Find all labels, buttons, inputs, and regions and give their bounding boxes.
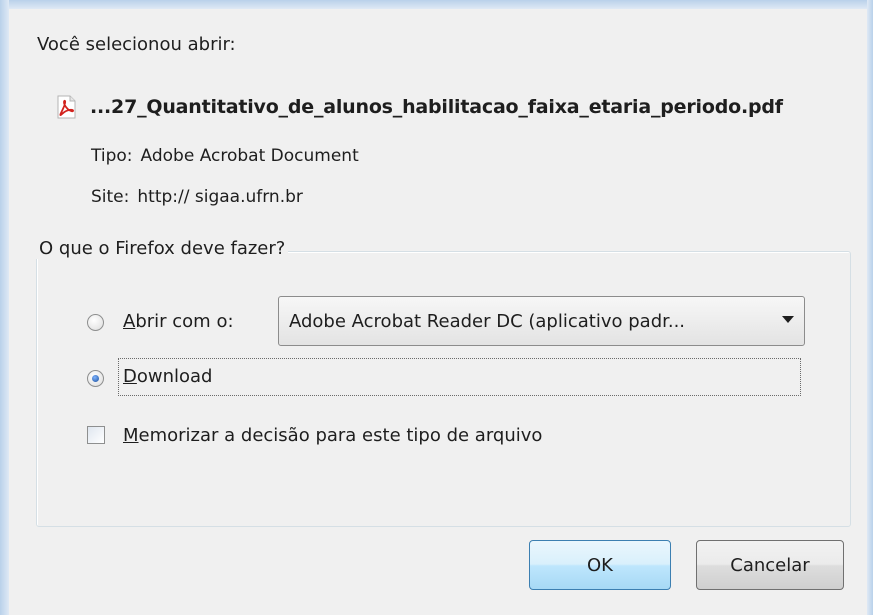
action-group-legend: O que o Firefox deve fazer? <box>36 238 289 259</box>
pdf-icon <box>57 95 76 119</box>
remember-mnemonic: M <box>123 425 139 446</box>
app-select-value: Adobe Acrobat Reader DC (aplicativo padr… <box>289 310 686 332</box>
ok-button[interactable]: OK <box>529 540 671 590</box>
dialog-content: Você selecionou abrir: ...27_Quantitativ… <box>10 9 867 615</box>
firefox-open-file-dialog: Você selecionou abrir: ...27_Quantitativ… <box>0 0 873 615</box>
app-select[interactable]: Adobe Acrobat Reader DC (aplicativo padr… <box>278 296 805 346</box>
cancel-button[interactable]: Cancelar <box>696 540 844 590</box>
intro-text: Você selecionou abrir: <box>37 34 236 55</box>
open-with-radio[interactable] <box>87 314 104 331</box>
file-type-row: Tipo: Adobe Acrobat Document <box>91 146 359 166</box>
open-with-label-text: brir com o: <box>135 311 234 332</box>
download-label-text: ownload <box>136 366 213 387</box>
download-focus-ring <box>118 358 801 396</box>
open-with-label[interactable]: Abrir com o: <box>123 311 234 332</box>
download-radio[interactable] <box>87 370 104 387</box>
download-label[interactable]: Download <box>123 366 213 387</box>
remember-checkbox[interactable] <box>87 426 105 444</box>
open-with-mnemonic: A <box>123 311 136 332</box>
file-site-row: Site: http:// sigaa.ufrn.br <box>91 187 303 207</box>
remember-label[interactable]: Memorizar a decisão para este tipo de ar… <box>123 425 542 446</box>
window-frame-left <box>0 0 9 615</box>
chevron-down-icon <box>782 316 794 323</box>
file-site-value: http:// sigaa.ufrn.br <box>137 187 303 207</box>
file-type-value: Adobe Acrobat Document <box>140 146 359 166</box>
file-row: ...27_Quantitativo_de_alunos_habilitacao… <box>52 93 783 121</box>
download-mnemonic: D <box>123 366 137 387</box>
remember-label-text: emorizar a decisão para este tipo de arq… <box>138 425 543 446</box>
file-type-label: Tipo: <box>91 146 133 166</box>
window-frame-top <box>0 0 873 9</box>
file-site-label: Site: <box>91 187 130 207</box>
file-name: ...27_Quantitativo_de_alunos_habilitacao… <box>90 96 783 118</box>
window-frame-right <box>867 0 873 615</box>
